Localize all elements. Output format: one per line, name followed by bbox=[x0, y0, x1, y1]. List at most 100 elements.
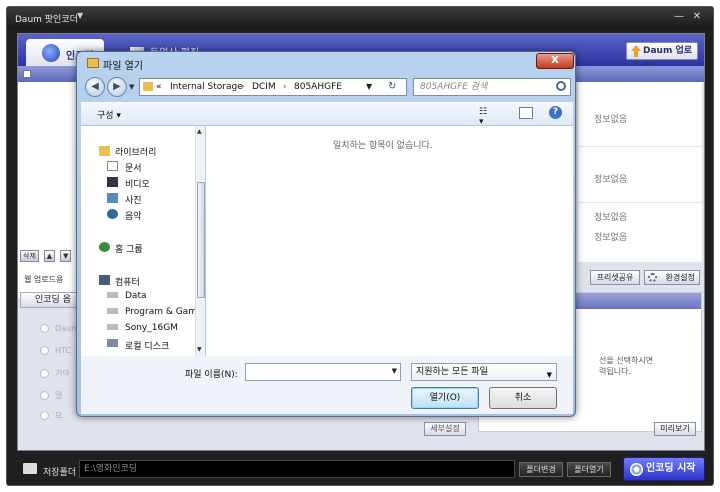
nav-local-disk[interactable]: 로컬 디스크 bbox=[125, 339, 169, 352]
address-chevron-down-icon[interactable]: ▼ bbox=[366, 82, 372, 91]
folder-icon bbox=[143, 82, 153, 91]
radio-option[interactable]: 모 bbox=[40, 410, 62, 421]
drive-icon bbox=[107, 292, 118, 298]
cancel-button[interactable]: 취소 bbox=[489, 387, 557, 409]
breadcrumb-overflow[interactable]: « bbox=[156, 82, 162, 92]
help-icon[interactable]: ? bbox=[549, 106, 562, 119]
filetype-value: 지원하는 모든 파일 bbox=[416, 367, 488, 377]
scroll-down-arrow-icon[interactable]: ▼ bbox=[197, 346, 202, 353]
film-reel-icon bbox=[630, 463, 643, 476]
minimize-icon[interactable]: — bbox=[673, 11, 685, 23]
nav-videos[interactable]: 비디오 bbox=[125, 177, 150, 190]
save-path-field[interactable]: E:\영화인코딩 bbox=[79, 460, 515, 478]
nav-drive-sony[interactable]: Sony_16GM bbox=[125, 323, 178, 333]
open-button[interactable]: 열기(O) bbox=[411, 387, 479, 409]
nav-computer[interactable]: 컴퓨터 bbox=[115, 275, 140, 288]
empty-message: 일치하는 항목이 없습니다. bbox=[333, 141, 433, 151]
nav-homegroup[interactable]: 홈 그룹 bbox=[115, 242, 143, 255]
radio-label: 모 bbox=[55, 411, 63, 420]
scrollbar-thumb[interactable] bbox=[197, 182, 205, 298]
folder-icon bbox=[23, 463, 37, 474]
chevron-down-icon: ▼ bbox=[546, 371, 552, 379]
address-bar[interactable]: « Internal Storage › DCIM › 805AHGFE ▼ ↻ bbox=[139, 78, 407, 96]
radio-icon bbox=[40, 391, 49, 400]
breadcrumb-dcim[interactable]: DCIM bbox=[252, 82, 276, 92]
radio-option[interactable]: Daum bbox=[40, 324, 79, 333]
radio-option[interactable]: HTC bbox=[40, 346, 71, 355]
scroll-up-arrow-icon[interactable]: ▲ bbox=[197, 128, 202, 135]
search-input[interactable]: 805AHGFE 검색 bbox=[413, 78, 571, 96]
navigation-pane: 라이브러리 문서 비디오 사진 음악 홈 그룹 컴퓨터 Data Program… bbox=[81, 126, 205, 356]
info-none-3: 정보없음 bbox=[594, 213, 628, 223]
web-upload-label: 웹 업로드용 bbox=[24, 275, 64, 284]
radio-icon bbox=[40, 324, 49, 333]
nav-scrollbar[interactable]: ▲ ▼ bbox=[195, 126, 205, 356]
breadcrumb-folder[interactable]: 805AHGFE bbox=[294, 82, 342, 92]
info-none-1: 정보없음 bbox=[594, 115, 628, 125]
view-options-icon[interactable]: ☷ ▾ bbox=[479, 107, 493, 127]
nav-music[interactable]: 음악 bbox=[125, 209, 142, 222]
chevron-down-icon[interactable]: ▼ bbox=[392, 367, 397, 375]
nav-drive-data[interactable]: Data bbox=[125, 291, 147, 301]
delete-button[interactable]: 삭제 bbox=[20, 250, 39, 262]
radio-icon bbox=[40, 369, 49, 378]
homegroup-icon bbox=[99, 242, 110, 252]
nav-drive-program[interactable]: Program & Gam bbox=[125, 307, 197, 317]
app-titlebar: Daum 팟인코더 ▼ — ✕ bbox=[7, 7, 713, 29]
folder-icon bbox=[87, 58, 99, 68]
file-content-pane[interactable]: 일치하는 항목이 없습니다. bbox=[206, 126, 573, 356]
move-up-button[interactable]: ▲ bbox=[43, 250, 56, 262]
move-down-button[interactable]: ▼ bbox=[60, 250, 72, 262]
breadcrumb-separator: › bbox=[283, 82, 287, 92]
settings-button[interactable]: 환경설정 bbox=[644, 270, 700, 285]
filename-input[interactable]: ▼ bbox=[245, 363, 401, 381]
preview-pane-icon[interactable] bbox=[519, 107, 533, 119]
radio-label: HTC bbox=[55, 346, 72, 355]
info-none-4: 정보없음 bbox=[594, 233, 628, 243]
organize-menu[interactable]: 구성 ▾ bbox=[97, 108, 121, 121]
start-encoding-button[interactable]: 인코딩 시작 bbox=[623, 457, 705, 481]
radio-label: 기아 bbox=[55, 369, 70, 378]
search-placeholder: 805AHGFE 검색 bbox=[420, 82, 488, 92]
select-all-checkbox[interactable] bbox=[23, 70, 31, 78]
library-icon bbox=[99, 146, 110, 156]
close-icon[interactable]: ✕ bbox=[691, 11, 703, 23]
nav-library[interactable]: 라이브러리 bbox=[115, 145, 156, 158]
row-divider bbox=[578, 146, 702, 147]
app-menu-chevron-icon[interactable]: ▼ bbox=[77, 11, 83, 20]
recent-chevron-down-icon[interactable]: ▼ bbox=[129, 83, 134, 91]
drive-icon bbox=[107, 308, 118, 314]
music-icon bbox=[107, 209, 118, 219]
radio-option[interactable]: 기아 bbox=[40, 368, 70, 379]
detail-settings-button[interactable]: 세부설정 bbox=[424, 422, 466, 436]
list-tools: 삭제 ▲ ▼ bbox=[20, 250, 73, 264]
change-folder-button[interactable]: 폴더변경 bbox=[519, 462, 563, 477]
nav-documents[interactable]: 문서 bbox=[125, 161, 142, 174]
preset-share-button[interactable]: 프리셋공유 bbox=[590, 270, 640, 285]
dialog-toolbar: 구성 ▾ ☷ ▾ ? bbox=[81, 102, 573, 127]
app-title: Daum 팟인코더 bbox=[15, 15, 78, 25]
encode-icon bbox=[42, 44, 60, 62]
back-button[interactable]: ◀ bbox=[85, 77, 105, 97]
forward-button[interactable]: ▶ bbox=[107, 77, 127, 97]
breadcrumb-internal-storage[interactable]: Internal Storage bbox=[170, 82, 243, 92]
select-hint-line: 력됩니다. bbox=[599, 367, 631, 376]
daum-upload-button[interactable]: Daum 업로드 bbox=[626, 42, 698, 72]
dialog-title: 파일 열기 bbox=[103, 61, 143, 72]
start-encoding-label: 인코딩 시작 bbox=[646, 463, 696, 474]
info-none-2: 정보없음 bbox=[594, 175, 628, 185]
nav-pictures[interactable]: 사진 bbox=[125, 193, 142, 206]
radio-option[interactable]: 델 bbox=[40, 390, 62, 401]
computer-icon bbox=[99, 275, 110, 285]
search-icon bbox=[556, 81, 566, 91]
document-icon bbox=[107, 161, 118, 171]
preview-button[interactable]: 미리보기 bbox=[654, 422, 696, 436]
breadcrumb-separator: › bbox=[241, 82, 245, 92]
dialog-footer: 파일 이름(N): ▼ 지원하는 모든 파일 ▼ 열기(O) 취소 bbox=[81, 356, 573, 414]
dialog-close-button[interactable]: X bbox=[536, 53, 574, 69]
filetype-select[interactable]: 지원하는 모든 파일 ▼ bbox=[411, 363, 557, 381]
picture-icon bbox=[107, 193, 118, 203]
refresh-icon[interactable]: ↻ bbox=[388, 81, 396, 92]
bottom-bar: 저장폴더 E:\영화인코딩 폴더변경 폴더열기 인코딩 시작 bbox=[7, 453, 713, 487]
open-folder-button[interactable]: 폴더열기 bbox=[567, 462, 611, 477]
